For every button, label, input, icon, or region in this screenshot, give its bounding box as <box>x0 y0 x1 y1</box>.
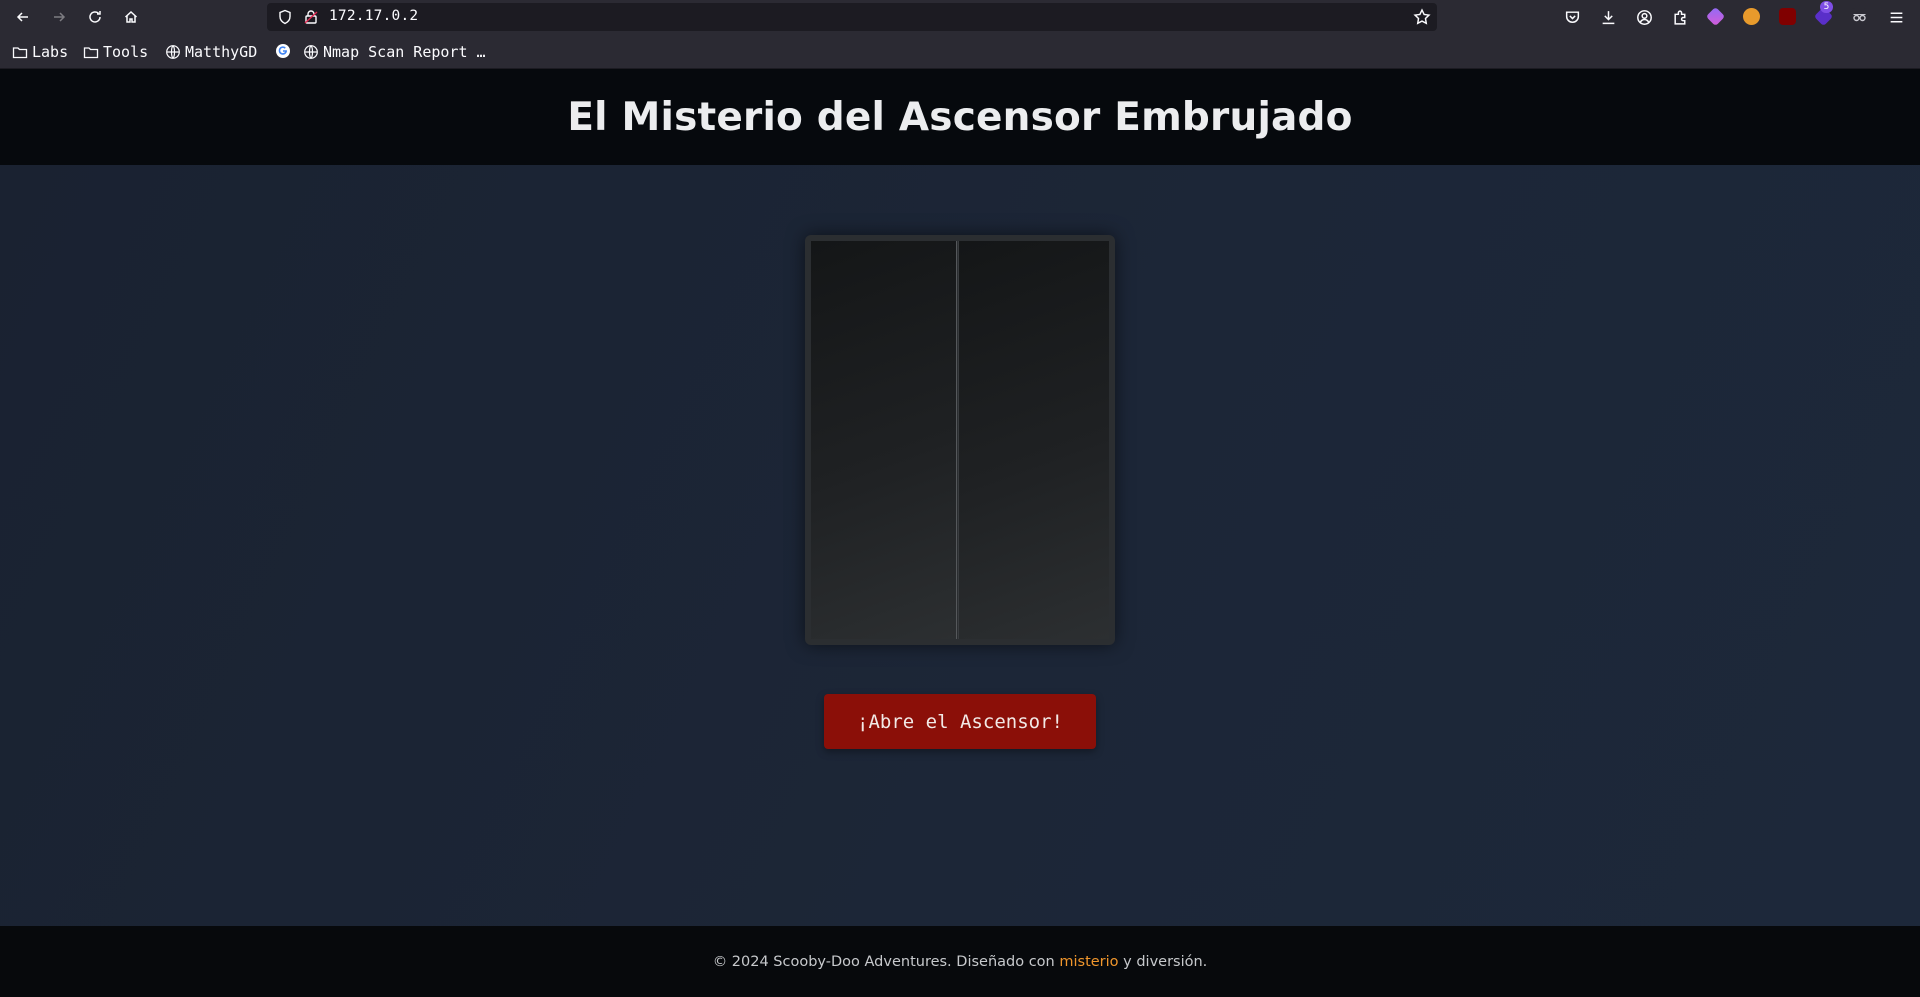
footer-suffix: y diversión. <box>1118 953 1208 970</box>
url-text[interactable]: 172.17.0.2 <box>329 8 418 24</box>
extension-ublock-icon[interactable] <box>1779 8 1796 25</box>
forward-arrow-icon[interactable] <box>47 5 71 29</box>
back-arrow-icon[interactable] <box>11 5 35 29</box>
bookmark-google[interactable] <box>275 43 295 59</box>
bookmark-star-icon[interactable] <box>1413 8 1431 26</box>
elevator <box>805 235 1115 645</box>
browser-toolbar: 172.17.0.2 5 <box>0 0 1920 34</box>
extension-badge: 5 <box>1820 1 1833 13</box>
footer-link-misterio[interactable]: misterio <box>1059 954 1118 970</box>
folder-icon <box>12 47 28 59</box>
google-icon <box>276 44 290 58</box>
bookmark-label: Tools <box>103 43 149 61</box>
elevator-door-right <box>958 241 1109 639</box>
home-icon[interactable] <box>119 5 143 29</box>
shield-icon[interactable] <box>277 9 293 25</box>
extensions-puzzle-icon[interactable] <box>1670 7 1690 27</box>
folder-icon <box>83 47 99 59</box>
footer-prefix: © 2024 Scooby-Doo Adventures. Diseñado c… <box>712 953 1060 970</box>
extension-diamond-icon[interactable] <box>1705 6 1726 27</box>
url-bar[interactable]: 172.17.0.2 <box>267 3 1437 31</box>
elevator-door-left <box>811 241 957 639</box>
bookmarks-toolbar: Labs Tools MatthyGD Nmap Scan Report … <box>0 34 1920 69</box>
pocket-icon[interactable] <box>1562 7 1582 27</box>
bookmark-labs[interactable]: Labs <box>12 43 68 61</box>
bookmark-nmap-scan-report[interactable]: Nmap Scan Report … <box>303 43 486 61</box>
bookmark-tools[interactable]: Tools <box>83 43 148 61</box>
downloads-icon[interactable] <box>1598 7 1618 27</box>
open-elevator-button[interactable]: ¡Abre el Ascensor! <box>824 694 1096 749</box>
page-main: ¡Abre el Ascensor! <box>0 165 1920 926</box>
page-footer: © 2024 Scooby-Doo Adventures. Diseñado c… <box>0 926 1920 997</box>
footer-text: © 2024 Scooby-Doo Adventures. Diseñado c… <box>713 954 1208 970</box>
extension-spy-icon[interactable] <box>1851 8 1868 25</box>
menu-hamburger-icon[interactable] <box>1886 7 1906 27</box>
lock-insecure-icon[interactable] <box>303 9 319 25</box>
reload-icon[interactable] <box>83 5 107 29</box>
globe-icon <box>304 45 318 59</box>
page-title: El Misterio del Ascensor Embrujado <box>567 94 1353 140</box>
bookmark-matthygd[interactable]: MatthyGD <box>165 43 257 61</box>
extension-cookie-icon[interactable] <box>1743 8 1760 25</box>
bookmark-label: Nmap Scan Report … <box>323 43 486 61</box>
account-icon[interactable] <box>1634 7 1654 27</box>
page-header: El Misterio del Ascensor Embrujado <box>0 69 1920 165</box>
bookmark-label: MatthyGD <box>185 43 258 61</box>
bookmark-label: Labs <box>32 43 69 61</box>
globe-icon <box>166 45 180 59</box>
